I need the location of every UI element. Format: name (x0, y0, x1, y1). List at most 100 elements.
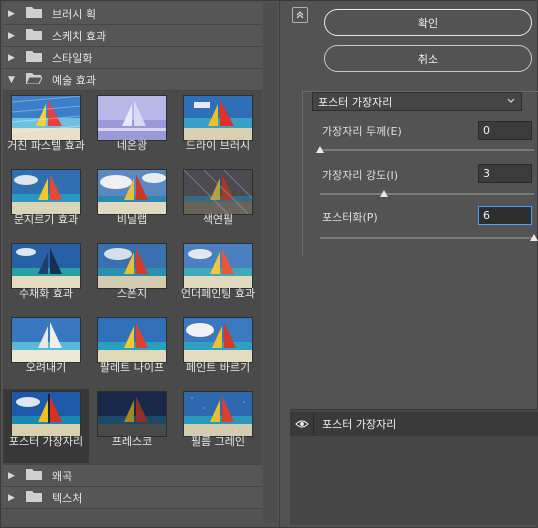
expand-arrow-icon[interactable]: ▶ (8, 9, 20, 19)
filter-select-dropdown[interactable]: 포스터 가장자리 (312, 92, 522, 111)
edge-thickness-slider-thumb[interactable] (316, 146, 324, 153)
filter-palette-knife[interactable]: 팔레트 나이프 (89, 315, 175, 389)
edge-intensity-slider-thumb[interactable] (380, 190, 389, 197)
filter-watercolor[interactable]: 수채화 효과 (3, 241, 89, 315)
filter-list-scrollbar[interactable] (263, 3, 277, 523)
cancel-button-label: 취소 (417, 52, 439, 66)
colored-pencil-thumbnail (183, 169, 253, 215)
smudge-stick-thumbnail (11, 169, 81, 215)
film-grain-thumbnail (183, 391, 253, 437)
palette-knife-thumbnail (97, 317, 167, 363)
edge-intensity-slider[interactable] (320, 193, 534, 195)
filter-label: 오려내기 (25, 361, 67, 374)
folder-icon (26, 50, 42, 65)
edge-thickness-slider[interactable] (320, 149, 534, 151)
underpainting-thumbnail (183, 243, 253, 289)
filter-label: 언더페인팅 효과 (180, 287, 256, 300)
plastic-wrap-thumbnail (97, 169, 167, 215)
category-label: 텍스처 (52, 491, 83, 505)
visibility-toggle[interactable] (290, 412, 314, 436)
posterization-label: 포스터화(P) (322, 211, 378, 224)
filter-underpainting[interactable]: 언더페인팅 효과 (175, 241, 261, 315)
category-sketch[interactable]: ▶ 스케치 효과 (3, 25, 262, 47)
posterization-input[interactable] (478, 206, 532, 225)
filter-settings-panel: 확인 취소 포스터 가장자리 가장자리 두께(E) 가장자리 강도(I) 포스터… (279, 1, 538, 527)
category-texture[interactable]: ▶ 텍스처 (3, 487, 262, 509)
open-folder-icon (25, 72, 43, 87)
edge-thickness-input[interactable] (478, 121, 532, 140)
filter-sponge[interactable]: 스폰지 (89, 241, 175, 315)
filter-fresco[interactable]: 프레스코 (89, 389, 175, 463)
filter-dry-brush[interactable]: 드라이 브러시 (175, 93, 261, 167)
posterization-slider[interactable] (320, 237, 534, 239)
cutout-thumbnail (11, 317, 81, 363)
folder-icon (26, 490, 42, 505)
posterization-slider-thumb[interactable] (530, 234, 538, 241)
expand-arrow-icon[interactable]: ▶ (8, 471, 20, 481)
fresco-thumbnail (97, 391, 167, 437)
ok-button-label: 확인 (417, 16, 439, 30)
effect-layer-name: 포스터 가장자리 (322, 418, 397, 431)
category-label: 스케치 효과 (52, 29, 107, 43)
category-artistic[interactable]: ▼ 예술 효과 (3, 69, 262, 91)
filter-cutout[interactable]: 오려내기 (3, 315, 89, 389)
filter-film-grain[interactable]: 필름 그레인 (175, 389, 261, 463)
filter-label: 페인트 바르기 (185, 361, 251, 374)
filter-label: 네온광 (116, 139, 148, 152)
filter-label: 팔레트 나이프 (99, 361, 165, 374)
chevron-down-icon (507, 98, 515, 103)
filter-label: 수채화 효과 (18, 287, 74, 300)
rough-pastels-thumbnail (11, 95, 81, 141)
filter-paint-daubs[interactable]: 페인트 바르기 (175, 315, 261, 389)
category-label: 스타일화 (52, 51, 93, 65)
folder-icon (26, 6, 42, 21)
category-stylize[interactable]: ▶ 스타일화 (3, 47, 262, 69)
watercolor-thumbnail (11, 243, 81, 289)
ok-button[interactable]: 확인 (324, 9, 532, 36)
category-distort[interactable]: ▶ 왜곡 (3, 465, 262, 487)
expand-arrow-icon[interactable]: ▶ (8, 53, 20, 63)
poster-edges-thumbnail (11, 391, 81, 437)
edge-intensity-label: 가장자리 강도(I) (322, 169, 399, 182)
expand-arrow-icon[interactable]: ▶ (8, 493, 20, 503)
expand-arrow-icon[interactable]: ▶ (8, 31, 20, 41)
filter-smudge-stick[interactable]: 문지르기 효과 (3, 167, 89, 241)
filter-poster-edges[interactable]: 포스터 가장자리 (3, 389, 89, 463)
collapse-gallery-button[interactable] (292, 7, 308, 23)
edge-intensity-input[interactable] (478, 164, 532, 183)
artistic-filter-grid: 거친 파스텔 효과 네온광 드라이 브러시 문지르기 효과 비닐랩 색연필 수채… (3, 91, 262, 465)
effect-layer-row[interactable]: 포스터 가장자리 (290, 412, 538, 436)
filter-plastic-wrap[interactable]: 비닐랩 (89, 167, 175, 241)
filter-colored-pencil[interactable]: 색연필 (175, 167, 261, 241)
filter-label: 문지르기 효과 (13, 213, 79, 226)
double-chevron-up-icon (296, 11, 304, 19)
collapse-arrow-icon[interactable]: ▼ (8, 75, 20, 85)
category-label: 브러시 획 (52, 7, 96, 21)
paint-daubs-thumbnail (183, 317, 253, 363)
folder-icon (26, 28, 42, 43)
cancel-button[interactable]: 취소 (324, 45, 532, 72)
filter-neon-glow[interactable]: 네온광 (89, 93, 175, 167)
filter-label: 프레스코 (111, 435, 153, 448)
eye-icon (294, 420, 309, 428)
category-label: 예술 효과 (52, 73, 96, 87)
sponge-thumbnail (97, 243, 167, 289)
filter-label: 포스터 가장자리 (8, 435, 84, 448)
selected-filter-value: 포스터 가장자리 (318, 95, 393, 109)
filter-browser-panel: ▶ 브러시 획 ▶ 스케치 효과 ▶ 스타일화 ▼ 예술 효과 거친 파스텔 효… (1, 1, 278, 527)
category-brush-strokes[interactable]: ▶ 브러시 획 (3, 3, 262, 25)
filter-settings-group: 포스터 가장자리 가장자리 두께(E) 가장자리 강도(I) 포스터화(P) (302, 91, 538, 256)
effect-layers-panel: 포스터 가장자리 (290, 409, 538, 525)
filter-rough-pastels[interactable]: 거친 파스텔 효과 (3, 93, 89, 167)
filter-label: 거친 파스텔 효과 (7, 139, 85, 152)
filter-tree: ▶ 브러시 획 ▶ 스케치 효과 ▶ 스타일화 ▼ 예술 효과 거친 파스텔 효… (3, 3, 262, 509)
filter-label: 드라이 브러시 (185, 139, 251, 152)
filter-label: 스폰지 (116, 287, 148, 300)
category-label: 왜곡 (52, 469, 73, 483)
folder-icon (26, 468, 42, 483)
neon-glow-thumbnail (97, 95, 167, 141)
filter-label: 필름 그레인 (190, 435, 246, 448)
dry-brush-thumbnail (183, 95, 253, 141)
edge-thickness-label: 가장자리 두께(E) (322, 125, 402, 138)
filter-label: 색연필 (202, 213, 234, 226)
